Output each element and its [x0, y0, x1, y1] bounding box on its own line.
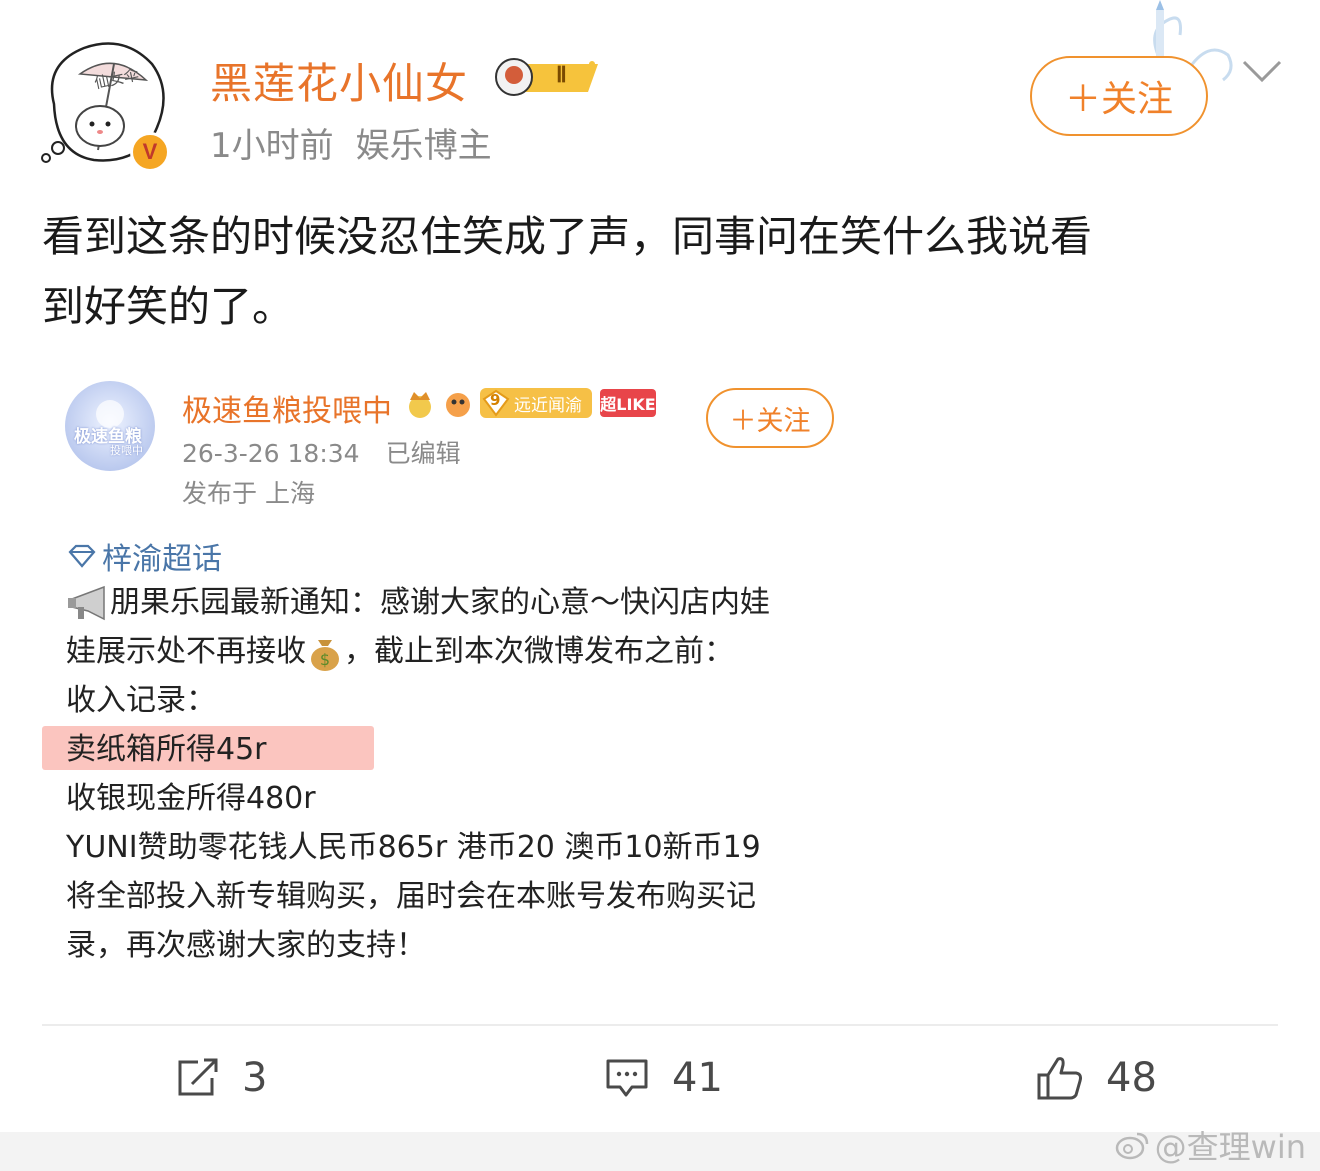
post-text: 看到这条的时候没忍住笑成了声，同事问在笑什么我说看 到好笑的了。 — [42, 202, 1292, 342]
money-bag-icon: $ — [311, 639, 339, 671]
user-tag: 娱乐博主 — [355, 126, 492, 166]
badge-level: Ⅱ — [556, 62, 567, 87]
embedded-text: 朋果乐园最新通知：感谢大家的心意～快闪店内娃 娃展示处不再接收 $ ，截止到本次… — [66, 578, 856, 970]
avatar[interactable]: 仙女伞 V — [34, 34, 174, 172]
svg-text:$: $ — [320, 650, 330, 669]
verified-badge-icon: V — [130, 132, 170, 172]
chevron-down-icon[interactable] — [1240, 56, 1284, 86]
post-meta: 1小时前 娱乐博主 — [210, 118, 492, 167]
repost-icon — [178, 1058, 218, 1096]
username[interactable]: 黑莲花小仙女 — [210, 50, 468, 111]
divider — [42, 1024, 1278, 1026]
embedded-line: 娃展示处不再接收 $ ，截止到本次微博发布之前： — [66, 627, 856, 676]
super-like-badge: 超LIKE — [600, 389, 656, 417]
embedded-follow-button: ＋关注 — [706, 388, 834, 448]
embedded-line: 收入记录： — [66, 683, 216, 718]
astronaut-badge-icon[interactable]: Ⅱ — [492, 56, 604, 98]
comment-count: 41 — [672, 1055, 723, 1101]
pufferfish-icon — [446, 393, 470, 417]
embedded-username: 极速鱼粮投喂中 — [182, 394, 392, 429]
diamond-topic-icon — [68, 544, 96, 568]
like-icon — [1037, 1057, 1082, 1100]
post-time: 1小时前 — [210, 126, 334, 166]
embedded-avatar: 极速鱼粮 投喂中 — [64, 380, 156, 472]
megaphone-icon — [68, 585, 105, 620]
comment-button[interactable]: 41 — [604, 1052, 723, 1104]
topic-link: 梓渝超话 — [66, 534, 222, 578]
watermark: @查理win — [1115, 1122, 1306, 1168]
embedded-line: 朋果乐园最新通知：感谢大家的心意～快闪店内娃 — [66, 578, 856, 627]
weibo-logo-icon — [1115, 1132, 1148, 1160]
repost-count: 3 — [242, 1055, 268, 1101]
repost-button[interactable]: 3 — [176, 1052, 267, 1104]
post-text-line: 看到这条的时候没忍住笑成了声，同事问在笑什么我说看 — [42, 212, 1093, 261]
follow-button[interactable]: ＋关注 — [1030, 56, 1208, 136]
post-text-line: 到好笑的了。 — [42, 282, 295, 331]
embedded-line: YUNI赞助零花钱人民币865r 港币20 澳币10新币19 — [66, 830, 761, 865]
embedded-badges: 9 远近闻渝 超LIKE — [404, 386, 660, 422]
embedded-line: 录，再次感谢大家的支持！ — [66, 928, 426, 963]
fan-level-badge: 9 远近闻渝 — [480, 388, 592, 418]
embedded-time: 26-3-26 18:34 已编辑 — [182, 439, 461, 468]
embedded-line-highlighted: 卖纸箱所得45r — [66, 732, 267, 767]
comment-icon — [606, 1059, 648, 1097]
like-button[interactable]: 48 — [1036, 1052, 1157, 1104]
embedded-line: 收银现金所得480r — [66, 781, 316, 816]
crown-icon — [409, 392, 431, 418]
like-count: 48 — [1106, 1055, 1157, 1101]
embedded-location: 发布于 上海 — [182, 479, 315, 508]
embedded-line: 将全部投入新专辑购买，届时会在本账号发布购买记 — [66, 879, 756, 914]
